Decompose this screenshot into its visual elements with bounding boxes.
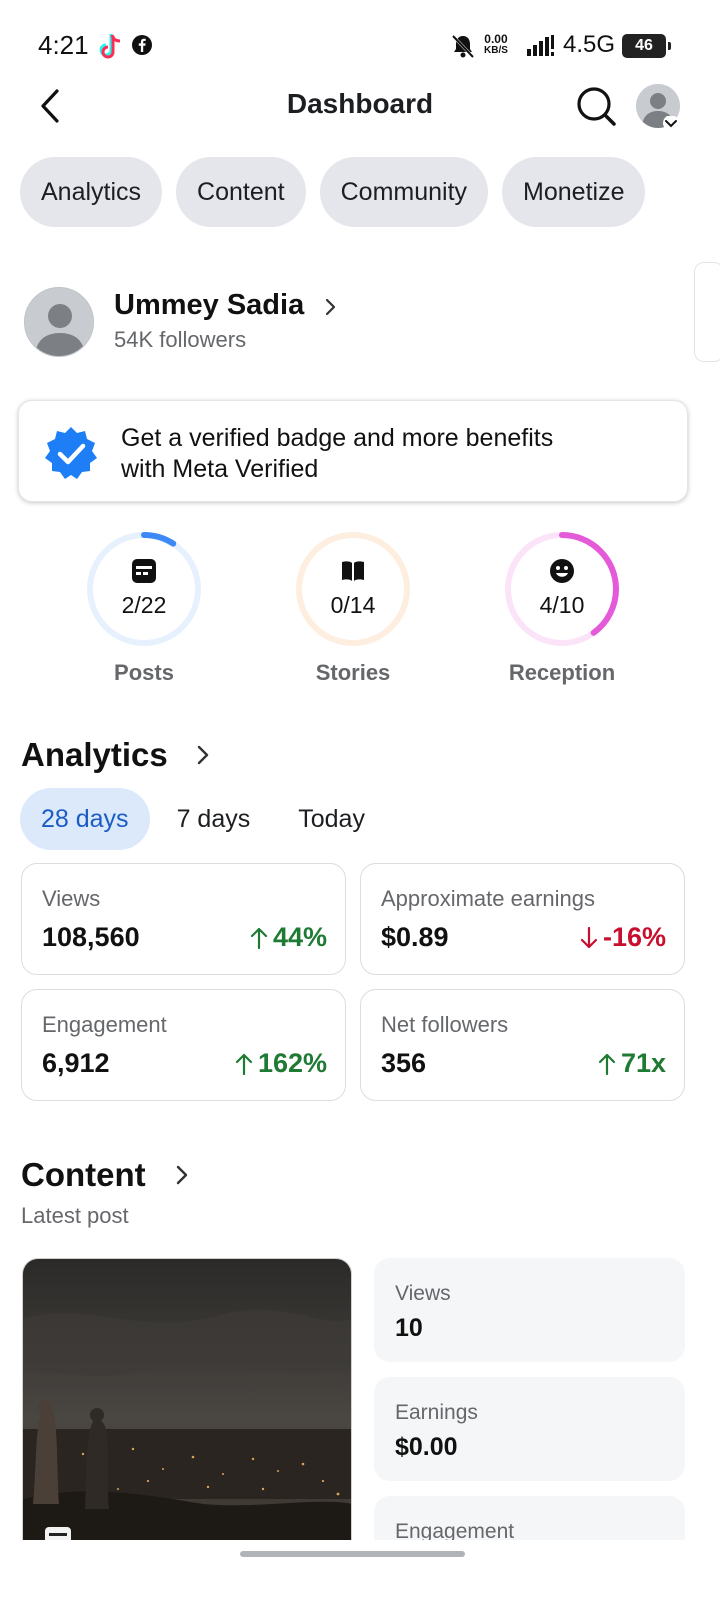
arrow-up-icon [250, 927, 268, 949]
partial-card-edge [694, 262, 720, 362]
metric-value: $0.89 [381, 922, 449, 952]
top-app-bar: Dashboard [0, 76, 720, 136]
latest-post-earnings-card[interactable]: Earnings $0.00 [374, 1377, 685, 1481]
chevron-down-icon[interactable] [662, 116, 680, 130]
search-icon[interactable] [574, 84, 618, 128]
book-icon [342, 561, 364, 581]
reception-label: Reception [508, 660, 616, 685]
follower-count: 54K followers [114, 327, 247, 352]
person-silhouette-icon [25, 288, 93, 356]
stat-label: Views [395, 1282, 451, 1305]
latest-post-views-card[interactable]: Views 10 [374, 1258, 685, 1362]
profile-avatar[interactable] [24, 287, 94, 357]
chevron-right-icon[interactable] [175, 1164, 189, 1186]
latest-post-thumbnail[interactable] [22, 1258, 352, 1548]
bottom-mask [0, 1540, 720, 1600]
metric-change: 71x [597, 1048, 666, 1079]
tab-content[interactable]: Content [176, 157, 306, 227]
metric-label: Engagement [42, 1012, 167, 1037]
chevron-right-icon [325, 298, 336, 316]
verified-badge-icon [45, 427, 97, 479]
net-followers-metric-card[interactable]: Net followers 356 71x [360, 989, 685, 1101]
profile-row[interactable]: Ummey Sadia 54K followers [24, 287, 704, 359]
smiley-icon [550, 559, 574, 583]
home-indicator[interactable] [240, 1551, 465, 1557]
arrow-up-icon [235, 1053, 253, 1075]
metric-label: Approximate earnings [381, 886, 596, 911]
range-7-days[interactable]: 7 days [156, 788, 272, 850]
posts-label: Posts [114, 660, 174, 685]
tab-analytics[interactable]: Analytics [20, 157, 163, 227]
profile-name[interactable]: Ummey Sadia [114, 289, 304, 322]
stories-label: Stories [315, 660, 391, 685]
network-type: 4.5G [563, 31, 616, 58]
signal-icon [527, 35, 554, 56]
night-city-photo [23, 1259, 351, 1547]
analytics-heading[interactable]: Analytics [21, 736, 168, 774]
status-time: 4:21 [38, 30, 89, 60]
date-range-tabs: 28 days 7 days Today [20, 788, 386, 850]
metric-label: Net followers [381, 1012, 509, 1037]
views-metric-card[interactable]: Views 108,560 44% [21, 863, 346, 975]
metric-change: 162% [234, 1048, 327, 1079]
range-28-days[interactable]: 28 days [20, 788, 150, 850]
chevron-right-icon[interactable] [196, 744, 210, 766]
back-arrow-icon [41, 89, 59, 123]
tab-community[interactable]: Community [319, 157, 489, 227]
posts-progress-ring[interactable]: 2/22 [85, 530, 203, 648]
metric-value: 356 [381, 1048, 427, 1078]
earnings-metric-card[interactable]: Approximate earnings $0.89 -16% [360, 863, 685, 975]
metric-change: 44% [249, 922, 327, 953]
reception-progress-ring[interactable]: 4/10 [503, 530, 621, 648]
back-button[interactable] [30, 82, 70, 130]
metric-label: Views [42, 886, 101, 911]
arrow-up-icon [598, 1053, 616, 1075]
metric-value: 108,560 [42, 922, 140, 952]
arrow-down-icon [580, 926, 598, 948]
bell-muted-icon [451, 34, 475, 59]
metric-value: 6,912 [42, 1048, 110, 1078]
data-rate: 0.00 KB/S [484, 32, 508, 56]
metric-change: -16% [579, 922, 666, 953]
content-heading[interactable]: Content [21, 1156, 146, 1194]
verified-banner-text: Get a verified badge and more benefits w… [121, 424, 554, 483]
content-subtitle: Latest post [21, 1203, 129, 1228]
posts-count: 2/22 [121, 592, 167, 618]
post-icon [132, 559, 156, 583]
battery-icon: 46 [622, 34, 671, 58]
stories-progress-ring[interactable]: 0/14 [294, 530, 412, 648]
stat-label: Earnings [395, 1401, 478, 1424]
category-tabs: Analytics Content Community Monetize [20, 157, 646, 227]
tiktok-icon [99, 34, 121, 59]
facebook-icon [132, 35, 152, 55]
engagement-metric-card[interactable]: Engagement 6,912 162% [21, 989, 346, 1101]
tab-monetize[interactable]: Monetize [502, 157, 646, 227]
stat-value: 10 [395, 1314, 423, 1342]
stat-value: $0.00 [395, 1433, 458, 1461]
reception-count: 4/10 [539, 592, 585, 618]
range-today[interactable]: Today [277, 788, 386, 850]
stories-count: 0/14 [330, 592, 376, 618]
meta-verified-banner[interactable]: Get a verified badge and more benefits w… [18, 400, 688, 502]
